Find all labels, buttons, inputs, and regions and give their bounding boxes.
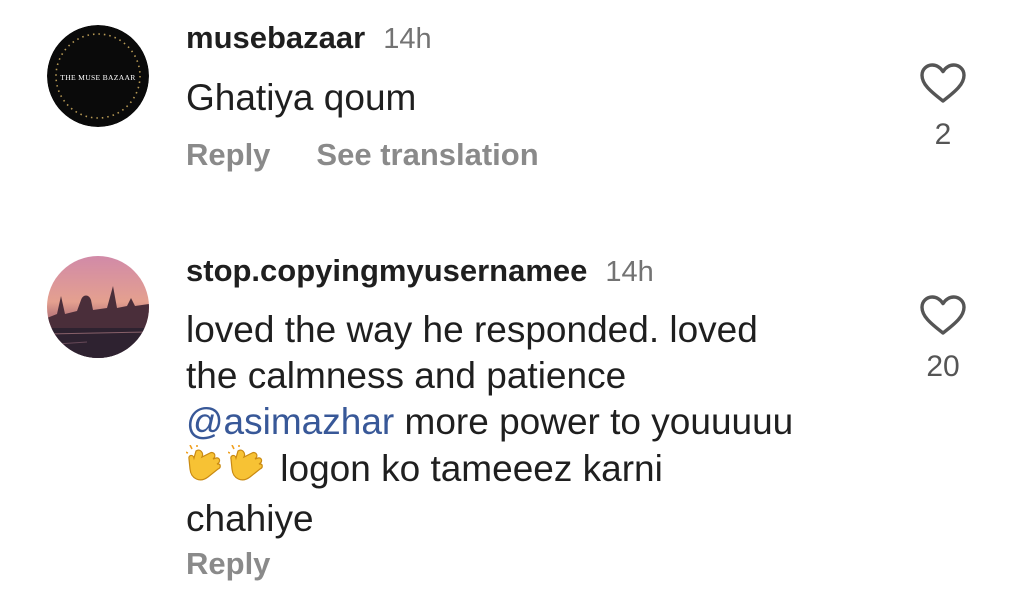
- heart-icon[interactable]: [919, 294, 967, 336]
- reply-button[interactable]: Reply: [186, 546, 270, 581]
- timestamp: 14h: [605, 256, 654, 288]
- comment-text-line: the calmness and patience: [186, 355, 627, 396]
- venice-sunset-photo: [47, 256, 149, 358]
- avatar[interactable]: [47, 256, 149, 358]
- comment-text-line: chahiye: [186, 498, 314, 539]
- comment-header: musebazaar 14h: [186, 20, 432, 56]
- comment-actions: Reply: [186, 546, 270, 582]
- username[interactable]: musebazaar: [186, 20, 365, 55]
- like-count: 20: [926, 350, 960, 383]
- comment-text-line: loved the way he responded. loved: [186, 309, 758, 350]
- heart-icon[interactable]: [919, 62, 967, 104]
- comment-text: Ghatiya qoum: [186, 77, 417, 118]
- reply-button[interactable]: Reply: [186, 137, 270, 172]
- comment-text-fragment: logon ko tameeez karni: [270, 448, 663, 489]
- muse-bazaar-logo: THE MUSE BAZAAR: [47, 25, 149, 127]
- clapping-hands-icon: [226, 444, 270, 496]
- svg-text:THE MUSE BAZAAR: THE MUSE BAZAAR: [60, 73, 136, 82]
- username[interactable]: stop.copyingmyusernamee: [186, 253, 587, 288]
- see-translation-button[interactable]: See translation: [316, 137, 538, 172]
- comment-actions: Reply See translation: [186, 137, 539, 173]
- comment-header: stop.copyingmyusernamee 14h: [186, 253, 654, 289]
- like-section: 20: [908, 294, 978, 384]
- avatar[interactable]: THE MUSE BAZAAR: [47, 25, 149, 127]
- timestamp: 14h: [383, 23, 432, 55]
- comment-text-line: logon ko tameeez karni: [184, 444, 876, 496]
- clapping-hands-icon: [184, 444, 228, 496]
- like-count: 2: [934, 118, 952, 151]
- mention-link[interactable]: @asimazhar: [186, 401, 394, 442]
- comment-text-fragment: more power to youuuuu: [394, 401, 794, 442]
- comment-text-line: @asimazhar more power to youuuuu: [186, 399, 876, 445]
- comment-text: loved the way he responded. loved the ca…: [184, 307, 876, 542]
- like-section: 2: [908, 62, 978, 152]
